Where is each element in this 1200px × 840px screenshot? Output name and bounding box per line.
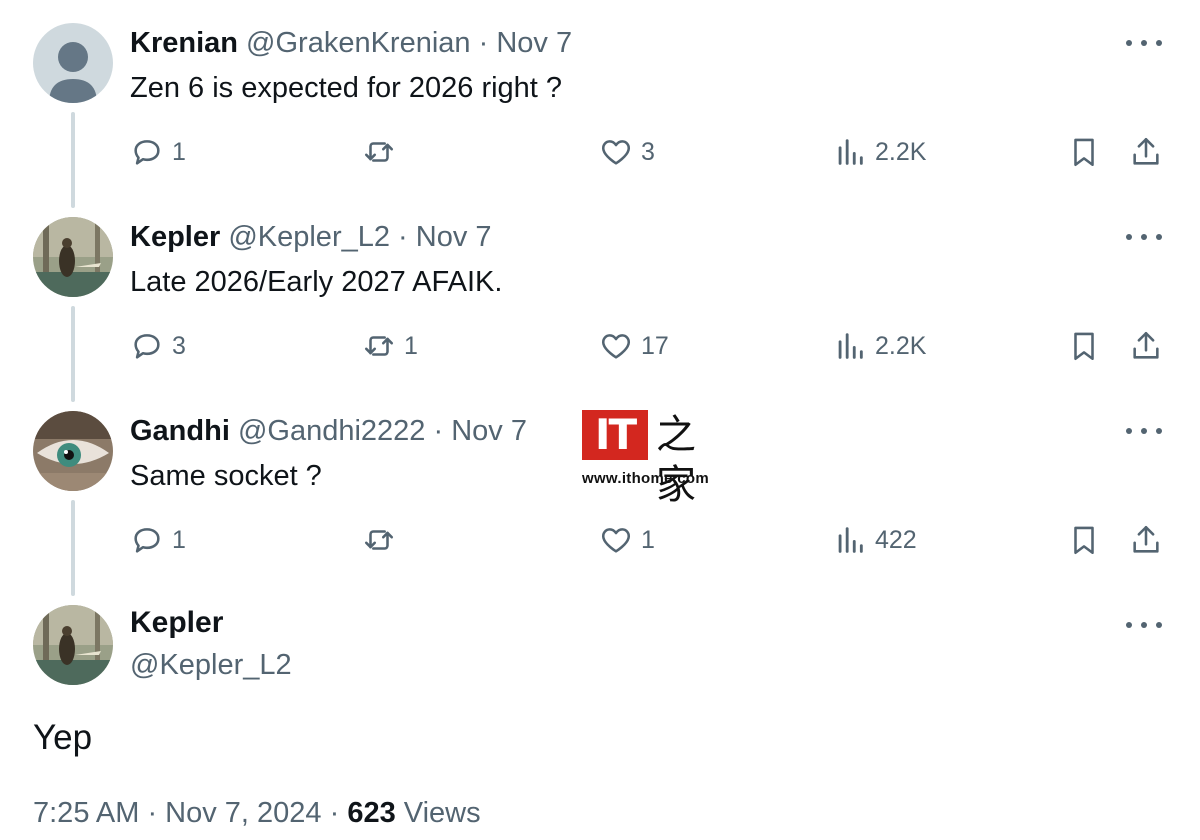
like-icon bbox=[601, 140, 631, 165]
more-icon[interactable] bbox=[1126, 615, 1162, 635]
avatar-default[interactable] bbox=[33, 23, 113, 103]
main-views-label: Views bbox=[395, 797, 481, 829]
views-icon bbox=[838, 139, 863, 165]
action-bar: 3 1 17 2.2K bbox=[0, 326, 1200, 366]
repost-button[interactable] bbox=[362, 520, 404, 560]
main-display-name[interactable]: Kepler bbox=[130, 603, 223, 643]
tweet[interactable]: Krenian @GrakenKrenian · Nov 7 Zen 6 is … bbox=[0, 0, 1200, 194]
views-button[interactable]: 2.2K bbox=[833, 132, 926, 172]
tweet[interactable]: Kepler @Kepler_L2 · Nov 7 Late 2026/Earl… bbox=[0, 194, 1200, 388]
views-count: 2.2K bbox=[875, 138, 927, 166]
more-icon[interactable] bbox=[1126, 33, 1162, 53]
share-icon bbox=[1133, 525, 1159, 553]
views-icon bbox=[838, 527, 863, 553]
bookmark-button[interactable] bbox=[1067, 326, 1109, 366]
more-icon[interactable] bbox=[1126, 227, 1162, 247]
tweet-header: Krenian @GrakenKrenian · Nov 7 bbox=[130, 23, 572, 63]
reply-icon bbox=[134, 140, 160, 165]
bookmark-button[interactable] bbox=[1067, 132, 1109, 172]
tweet-date[interactable]: · Nov 7 bbox=[433, 415, 526, 447]
avatar-gandhi[interactable] bbox=[33, 411, 113, 491]
like-count: 17 bbox=[641, 332, 669, 360]
repost-button[interactable] bbox=[362, 132, 404, 172]
views-button[interactable]: 422 bbox=[833, 520, 917, 560]
bookmark-icon bbox=[1074, 138, 1094, 167]
share-button[interactable] bbox=[1129, 520, 1171, 560]
user-handle[interactable]: @Kepler_L2 bbox=[228, 221, 390, 253]
reply-icon bbox=[134, 334, 160, 359]
reply-button[interactable]: 1 bbox=[130, 132, 186, 172]
like-button[interactable]: 17 bbox=[599, 326, 669, 366]
views-count: 422 bbox=[875, 526, 917, 554]
reply-count: 3 bbox=[172, 332, 186, 360]
action-bar: 1 3 2.2K bbox=[0, 132, 1200, 172]
like-count: 1 bbox=[641, 526, 655, 554]
watermark-logo: IT bbox=[582, 410, 648, 460]
tweet-text: Zen 6 is expected for 2026 right ? bbox=[130, 72, 563, 104]
repost-icon bbox=[364, 142, 394, 162]
views-icon bbox=[838, 333, 863, 359]
more-icon[interactable] bbox=[1126, 421, 1162, 441]
watermark-logo-cn: 之家 bbox=[656, 412, 696, 508]
share-button[interactable] bbox=[1129, 326, 1171, 366]
like-icon bbox=[601, 334, 631, 359]
tweet-text: Same socket ? bbox=[130, 460, 322, 492]
views-count: 2.2K bbox=[875, 332, 927, 360]
display-name[interactable]: Kepler bbox=[130, 221, 220, 253]
repost-icon bbox=[364, 336, 394, 356]
like-count: 3 bbox=[641, 138, 655, 166]
like-button[interactable]: 3 bbox=[599, 132, 655, 172]
reply-button[interactable]: 3 bbox=[130, 326, 186, 366]
main-timestamp[interactable]: 7:25 AM · Nov 7, 2024 · bbox=[33, 797, 347, 829]
share-button[interactable] bbox=[1129, 132, 1171, 172]
tweet-header: Gandhi @Gandhi2222 · Nov 7 bbox=[130, 411, 527, 451]
repost-button[interactable]: 1 bbox=[362, 326, 418, 366]
user-handle[interactable]: @GrakenKrenian bbox=[246, 27, 471, 59]
avatar-kepler[interactable] bbox=[33, 217, 113, 297]
tweet-date[interactable]: · Nov 7 bbox=[479, 27, 572, 59]
like-icon bbox=[601, 528, 631, 553]
bookmark-button[interactable] bbox=[1067, 520, 1109, 560]
ithome-watermark: IT 之家 www.ithome.com bbox=[580, 408, 720, 508]
bookmark-icon bbox=[1074, 332, 1094, 361]
display-name[interactable]: Krenian bbox=[130, 27, 238, 59]
main-tweet-text: Yep bbox=[33, 718, 93, 757]
repost-icon bbox=[364, 530, 394, 550]
display-name[interactable]: Gandhi bbox=[130, 415, 230, 447]
avatar-kepler[interactable] bbox=[33, 605, 113, 685]
main-view-count: 623 bbox=[347, 797, 396, 829]
views-button[interactable]: 2.2K bbox=[833, 326, 926, 366]
tweet-date[interactable]: · Nov 7 bbox=[398, 221, 491, 253]
main-user-handle[interactable]: @Kepler_L2 bbox=[130, 645, 292, 685]
bookmark-icon bbox=[1074, 526, 1094, 555]
share-icon bbox=[1133, 137, 1159, 165]
reply-button[interactable]: 1 bbox=[130, 520, 186, 560]
reply-count: 1 bbox=[172, 138, 186, 166]
tweet-header: Kepler @Kepler_L2 · Nov 7 bbox=[130, 217, 492, 257]
like-button[interactable]: 1 bbox=[599, 520, 655, 560]
share-icon bbox=[1133, 331, 1159, 359]
reply-icon bbox=[134, 528, 160, 553]
main-tweet-meta: 7:25 AM · Nov 7, 2024 · 623 Views bbox=[33, 793, 481, 833]
user-handle[interactable]: @Gandhi2222 bbox=[238, 415, 425, 447]
tweet-text: Late 2026/Early 2027 AFAIK. bbox=[130, 266, 503, 298]
watermark-url: www.ithome.com bbox=[582, 470, 709, 487]
repost-count: 1 bbox=[404, 332, 418, 360]
action-bar: 1 1 422 bbox=[0, 520, 1200, 560]
reply-count: 1 bbox=[172, 526, 186, 554]
